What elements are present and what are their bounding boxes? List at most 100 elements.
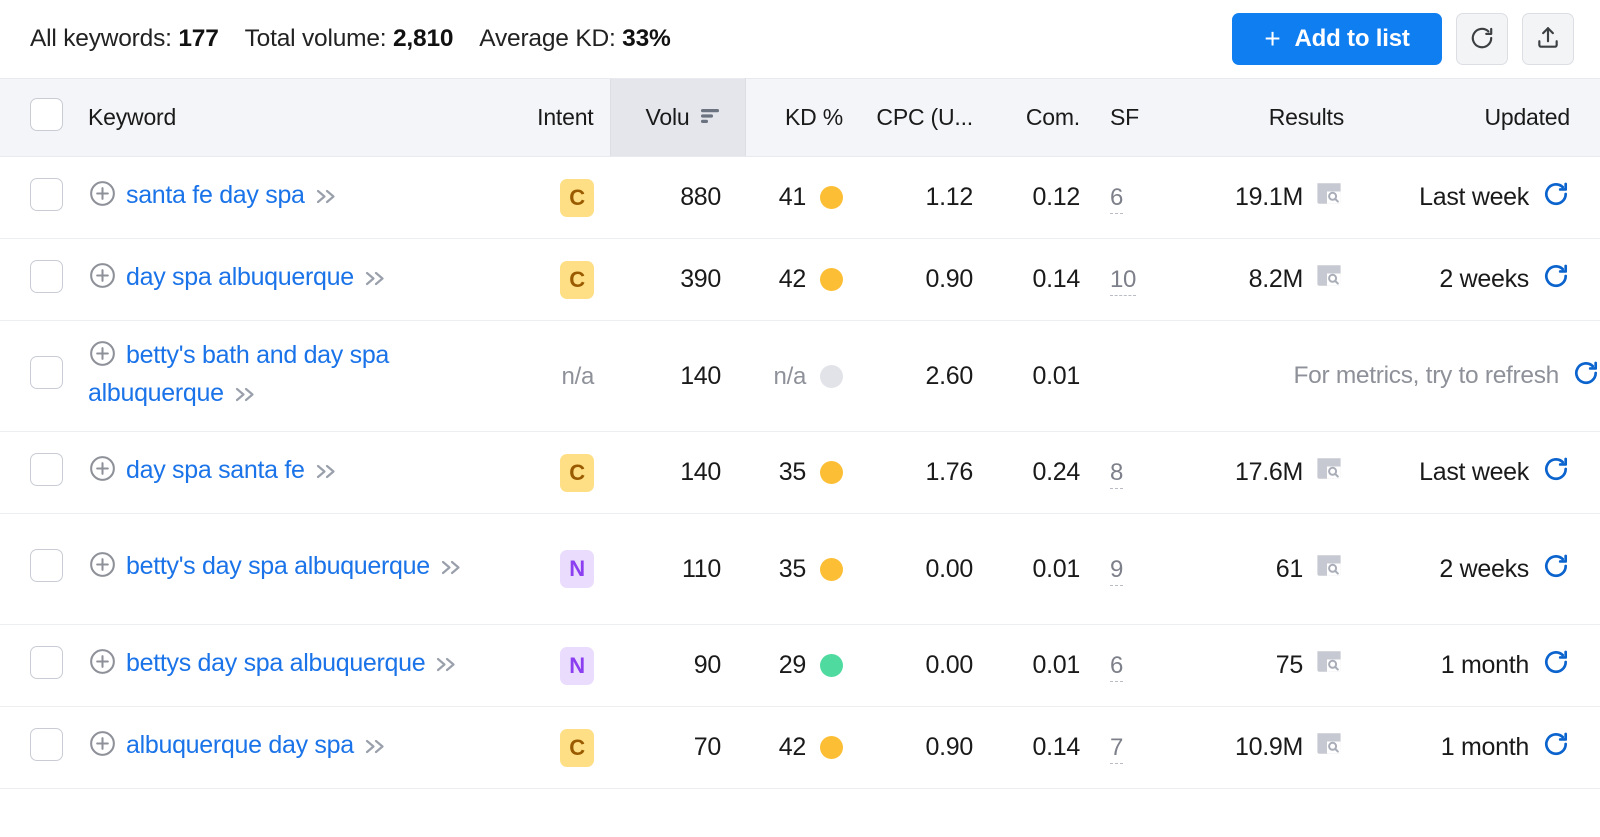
serp-preview-icon[interactable] xyxy=(1314,552,1344,587)
expand-keyword-icon[interactable] xyxy=(434,650,459,683)
column-header-kd[interactable]: KD % xyxy=(745,78,865,157)
row-checkbox[interactable] xyxy=(30,645,63,679)
updated-cell: 2 weeks xyxy=(1370,238,1600,321)
intent-badge[interactable]: C xyxy=(560,728,594,767)
volume-cell: 110 xyxy=(610,513,745,625)
kd-difficulty-dot xyxy=(820,736,843,759)
intent-cell: N xyxy=(515,624,610,707)
expand-keyword-icon[interactable] xyxy=(439,553,464,586)
updated-cell: 1 month xyxy=(1370,706,1600,789)
sf-value[interactable]: 8 xyxy=(1110,459,1123,489)
intent-badge[interactable]: C xyxy=(560,260,594,299)
export-button[interactable] xyxy=(1522,13,1574,65)
row-checkbox[interactable] xyxy=(30,259,63,293)
sf-value[interactable]: 6 xyxy=(1110,184,1123,214)
all-keywords-stat: All keywords: 177 xyxy=(30,25,219,53)
row-refresh-icon[interactable] xyxy=(1542,455,1570,490)
table-row[interactable]: bettys day spa albuquerque N 90 29 0.00 0.01 6… xyxy=(0,624,1600,707)
table-row[interactable]: santa fe day spa C 880 41 1.12 0.12 6 19.1M Last… xyxy=(0,156,1600,239)
sf-cell: 9 xyxy=(1100,513,1170,625)
competition-cell: 0.14 xyxy=(995,238,1100,321)
toolbar: All keywords: 177 Total volume: 2,810 Av… xyxy=(0,0,1600,78)
keyword-link[interactable]: albuquerque day spa xyxy=(126,731,354,759)
sf-value[interactable]: 7 xyxy=(1110,734,1123,764)
column-label-kd: KD % xyxy=(785,104,843,130)
expand-keyword-icon[interactable] xyxy=(363,732,388,765)
add-to-list-button[interactable]: + Add to list xyxy=(1232,13,1442,65)
serp-preview-icon[interactable] xyxy=(1314,180,1344,215)
add-keyword-icon[interactable] xyxy=(88,339,117,377)
keyword-link[interactable]: santa fe day spa xyxy=(126,181,305,209)
row-refresh-icon[interactable] xyxy=(1542,730,1570,765)
expand-keyword-icon[interactable] xyxy=(363,264,388,297)
intent-badge[interactable]: N xyxy=(560,550,594,588)
serp-preview-icon[interactable] xyxy=(1314,455,1344,490)
expand-keyword-icon[interactable] xyxy=(233,380,258,413)
column-header-sf[interactable]: SF xyxy=(1100,78,1170,157)
column-header-cpc[interactable]: CPC (U... xyxy=(865,78,995,157)
add-keyword-icon[interactable] xyxy=(88,550,117,588)
select-all-checkbox[interactable] xyxy=(30,98,63,131)
row-refresh-icon[interactable] xyxy=(1542,648,1570,683)
keyword-link[interactable]: day spa santa fe xyxy=(126,456,305,484)
kd-value: 42 xyxy=(778,265,807,293)
add-keyword-icon[interactable] xyxy=(88,647,117,685)
updated-value: 2 weeks xyxy=(1439,265,1529,293)
column-label-cpc: CPC (U... xyxy=(876,104,973,130)
add-keyword-icon[interactable] xyxy=(88,454,117,492)
keyword-link[interactable]: betty's day spa albuquerque xyxy=(126,552,430,580)
updated-value: Last week xyxy=(1419,183,1529,211)
plus-icon: + xyxy=(1264,23,1281,54)
refresh-button[interactable] xyxy=(1456,13,1508,65)
kd-cell: 42 xyxy=(745,238,865,321)
row-checkbox[interactable] xyxy=(30,452,63,486)
table-row[interactable]: betty's bath and day spa albuquerque n/a 1… xyxy=(0,320,1600,432)
serp-preview-icon[interactable] xyxy=(1314,648,1344,683)
summary-stats: All keywords: 177 Total volume: 2,810 Av… xyxy=(30,25,671,53)
add-keyword-icon[interactable] xyxy=(88,261,117,299)
column-header-volume[interactable]: Volu xyxy=(609,78,746,157)
table-row[interactable]: albuquerque day spa C 70 42 0.90 0.14 7 10.9M 1 … xyxy=(0,706,1600,789)
expand-keyword-icon[interactable] xyxy=(314,182,339,215)
sf-value[interactable]: 9 xyxy=(1110,555,1123,586)
add-keyword-icon[interactable] xyxy=(88,179,117,217)
sf-value[interactable]: 10 xyxy=(1110,266,1136,296)
table-row[interactable]: betty's day spa albuquerque N 110 35 0.00 0.0… xyxy=(0,513,1600,625)
column-header-updated[interactable]: Updated xyxy=(1370,78,1600,157)
all-keywords-label: All keywords: xyxy=(30,25,172,52)
row-checkbox[interactable] xyxy=(30,727,63,761)
serp-preview-icon[interactable] xyxy=(1314,730,1344,765)
row-checkbox[interactable] xyxy=(30,177,63,211)
intent-badge[interactable]: N xyxy=(560,646,594,685)
row-refresh-icon[interactable] xyxy=(1542,262,1570,297)
row-refresh-icon[interactable] xyxy=(1542,180,1570,215)
results-cell: 75 xyxy=(1170,624,1370,707)
intent-badge[interactable]: C xyxy=(560,178,594,217)
keyword-link[interactable]: day spa albuquerque xyxy=(126,263,354,291)
column-header-results[interactable]: Results xyxy=(1170,78,1370,157)
column-header-intent[interactable]: Intent xyxy=(515,78,610,157)
all-keywords-value: 177 xyxy=(178,25,219,52)
row-refresh-icon[interactable] xyxy=(1542,552,1570,587)
row-checkbox[interactable] xyxy=(30,549,63,582)
expand-keyword-icon[interactable] xyxy=(314,457,339,490)
keyword-link[interactable]: bettys day spa albuquerque xyxy=(126,649,426,677)
row-checkbox[interactable] xyxy=(30,356,63,389)
table-header-row: Keyword Intent Volu KD % CPC (U... Com. … xyxy=(0,78,1600,157)
table-row[interactable]: day spa albuquerque C 390 42 0.90 0.14 10 8.2M 2… xyxy=(0,238,1600,321)
updated-value: 1 month xyxy=(1440,733,1530,761)
column-header-keyword[interactable]: Keyword xyxy=(70,78,515,157)
intent-badge[interactable]: C xyxy=(560,453,594,492)
intent-cell: C xyxy=(515,156,610,239)
results-cell: 10.9M xyxy=(1170,706,1370,789)
keyword-cell: betty's bath and day spa albuquerque xyxy=(70,320,515,432)
total-volume-stat: Total volume: 2,810 xyxy=(245,25,454,53)
table-row[interactable]: day spa santa fe C 140 35 1.76 0.24 8 17.6M Last… xyxy=(0,431,1600,514)
updated-cell: 2 weeks xyxy=(1370,513,1600,625)
serp-preview-icon[interactable] xyxy=(1314,262,1344,297)
add-keyword-icon[interactable] xyxy=(88,729,117,767)
total-volume-label: Total volume: xyxy=(244,25,387,52)
row-refresh-icon[interactable] xyxy=(1572,359,1600,394)
sf-value[interactable]: 6 xyxy=(1110,652,1123,682)
column-header-com[interactable]: Com. xyxy=(995,78,1100,157)
